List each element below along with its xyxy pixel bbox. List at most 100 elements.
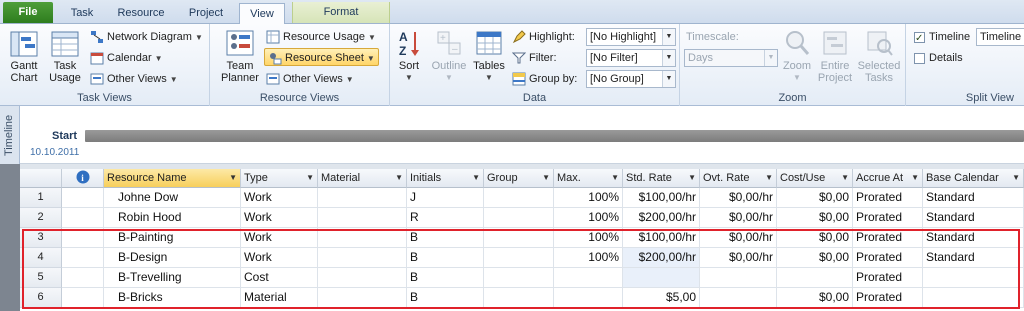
column-header-label: Std. Rate <box>626 172 672 184</box>
initials-cell[interactable]: J <box>407 188 484 208</box>
column-header-initials[interactable]: Initials ▼ <box>407 169 484 188</box>
team-planner-button[interactable]: Team Planner <box>216 28 264 84</box>
groupby-label-row: Group by: <box>512 70 577 88</box>
row-number[interactable]: 1 <box>20 188 62 208</box>
accrue-at-cell[interactable]: Prorated <box>853 208 923 228</box>
tab-task[interactable]: Task <box>62 3 102 24</box>
entire-project-button[interactable]: Entire Project <box>816 28 854 84</box>
cost-use-cell[interactable]: $0,00 <box>777 208 853 228</box>
column-header-std-rate[interactable]: Std. Rate ▼ <box>623 169 700 188</box>
selected-tasks-button[interactable]: Selected Tasks <box>856 28 902 84</box>
column-header-accrue-at[interactable]: Accrue At ▼ <box>853 169 923 188</box>
tab-file[interactable]: File <box>3 2 53 23</box>
team-planner-icon <box>226 30 254 56</box>
column-header-resource-name[interactable]: Resource Name ▼ <box>104 169 241 188</box>
tab-view[interactable]: View <box>239 3 285 25</box>
column-header-base-calendar[interactable]: Base Calendar ▼ <box>923 169 1024 188</box>
details-checkbox[interactable]: Details <box>914 49 963 67</box>
filter-arrow-icon[interactable]: ▼ <box>542 169 550 187</box>
row-number[interactable]: 2 <box>20 208 62 228</box>
highlight-dropdown[interactable]: [No Highlight] ▼ <box>586 28 676 46</box>
filter-dropdown[interactable]: [No Filter] ▼ <box>586 49 676 67</box>
type-cell[interactable]: Work <box>241 208 318 228</box>
resource-usage-button[interactable]: Resource Usage ▼ <box>266 28 376 46</box>
timeline-view-dropdown[interactable]: Timeline <box>976 28 1024 46</box>
column-header-max[interactable]: Max. ▼ <box>554 169 623 188</box>
filter-arrow-icon[interactable]: ▼ <box>611 169 619 187</box>
timeline-bar[interactable] <box>85 130 1024 142</box>
max-cell[interactable]: 100% <box>554 188 623 208</box>
material-cell[interactable] <box>318 188 407 208</box>
tab-project[interactable]: Project <box>180 3 232 24</box>
network-diagram-button[interactable]: Network Diagram ▼ <box>90 28 203 46</box>
resource-name-cell[interactable]: Johne Dow <box>104 188 241 208</box>
type-cell[interactable]: Work <box>241 188 318 208</box>
group-cell[interactable] <box>484 208 554 228</box>
base-calendar-cell[interactable]: Standard <box>923 188 1024 208</box>
group-by-icon <box>512 72 526 86</box>
outline-icon: + – <box>437 31 461 55</box>
column-header-ovt-rate[interactable]: Ovt. Rate ▼ <box>700 169 777 188</box>
groupby-dropdown[interactable]: [No Group] ▼ <box>586 70 676 88</box>
indicator-cell[interactable] <box>62 208 104 228</box>
filter-arrow-icon[interactable]: ▼ <box>1012 169 1020 187</box>
calendar-icon <box>90 52 104 65</box>
column-header-label: Cost/Use <box>780 172 826 184</box>
column-header-group[interactable]: Group ▼ <box>484 169 554 188</box>
cost-use-cell[interactable]: $0,00 <box>777 188 853 208</box>
ovt-rate-cell[interactable]: $0,00/hr <box>700 188 777 208</box>
resource-other-views-button[interactable]: Other Views ▼ <box>266 70 354 88</box>
timescale-dropdown[interactable]: Days ▼ <box>684 49 778 67</box>
filter-arrow-icon[interactable]: ▼ <box>395 169 403 187</box>
timeline-checkbox[interactable]: Timeline <box>914 28 971 48</box>
ovt-rate-cell[interactable]: $0,00/hr <box>700 208 777 228</box>
timeline-checkbox-label: Timeline <box>929 31 971 43</box>
column-header-type[interactable]: Type ▼ <box>241 169 318 188</box>
table-row[interactable]: 2 Robin Hood Work R 100% $200,00/hr $0,0… <box>20 208 1024 228</box>
max-cell[interactable]: 100% <box>554 208 623 228</box>
group-cell[interactable] <box>484 188 554 208</box>
column-header-label: Type <box>244 172 268 184</box>
material-cell[interactable] <box>318 208 407 228</box>
highlight-value: [No Highlight] <box>590 31 657 43</box>
other-views-button[interactable]: Other Views ▼ <box>90 70 178 88</box>
tables-button[interactable]: Tables ▼ <box>472 28 506 84</box>
outline-button[interactable]: + – Outline ▼ <box>428 28 470 84</box>
timeline-side-label: Timeline <box>3 114 15 156</box>
indicators-column-header[interactable]: i <box>62 169 104 188</box>
std-rate-cell[interactable]: $100,00/hr <box>623 188 700 208</box>
task-usage-button[interactable]: Task Usage <box>46 30 84 84</box>
column-header-cost-use[interactable]: Cost/Use ▼ <box>777 169 853 188</box>
sort-button[interactable]: A Z Sort ▼ <box>394 28 424 84</box>
filter-arrow-icon[interactable]: ▼ <box>765 169 773 187</box>
filter-label: Filter: <box>529 52 557 64</box>
filter-arrow-icon[interactable]: ▼ <box>229 169 237 187</box>
resource-sheet-button[interactable]: Resource Sheet ▼ <box>264 48 379 66</box>
calendar-button[interactable]: Calendar ▼ <box>90 49 163 67</box>
table-row[interactable]: 1 Johne Dow Work J 100% $100,00/hr $0,00… <box>20 188 1024 208</box>
initials-cell[interactable]: R <box>407 208 484 228</box>
details-checkbox-label: Details <box>929 52 963 64</box>
resource-usage-icon <box>266 30 280 44</box>
accrue-at-cell[interactable]: Prorated <box>853 188 923 208</box>
filter-arrow-icon[interactable]: ▼ <box>911 169 919 187</box>
other-views-icon <box>266 73 280 85</box>
filter-arrow-icon[interactable]: ▼ <box>472 169 480 187</box>
filter-arrow-icon[interactable]: ▼ <box>688 169 696 187</box>
tab-resource[interactable]: Resource <box>110 3 172 24</box>
select-all-corner[interactable] <box>20 169 62 188</box>
filter-label-row: Filter: <box>512 49 557 67</box>
indicator-cell[interactable] <box>62 188 104 208</box>
gantt-chart-button[interactable]: Gantt Chart <box>4 30 44 84</box>
tab-format[interactable]: Format <box>292 2 390 23</box>
std-rate-cell[interactable]: $200,00/hr <box>623 208 700 228</box>
group-label-data: Data <box>522 92 547 104</box>
column-header-material[interactable]: Material ▼ <box>318 169 407 188</box>
filter-arrow-icon[interactable]: ▼ <box>841 169 849 187</box>
base-calendar-cell[interactable]: Standard <box>923 208 1024 228</box>
timeline-pane[interactable]: Timeline Start 10.10.2011 <box>0 106 1024 164</box>
filter-arrow-icon[interactable]: ▼ <box>306 169 314 187</box>
chevron-down-icon: ▼ <box>154 54 163 63</box>
resource-name-cell[interactable]: Robin Hood <box>104 208 241 228</box>
zoom-button[interactable]: Zoom ▼ <box>780 28 814 84</box>
